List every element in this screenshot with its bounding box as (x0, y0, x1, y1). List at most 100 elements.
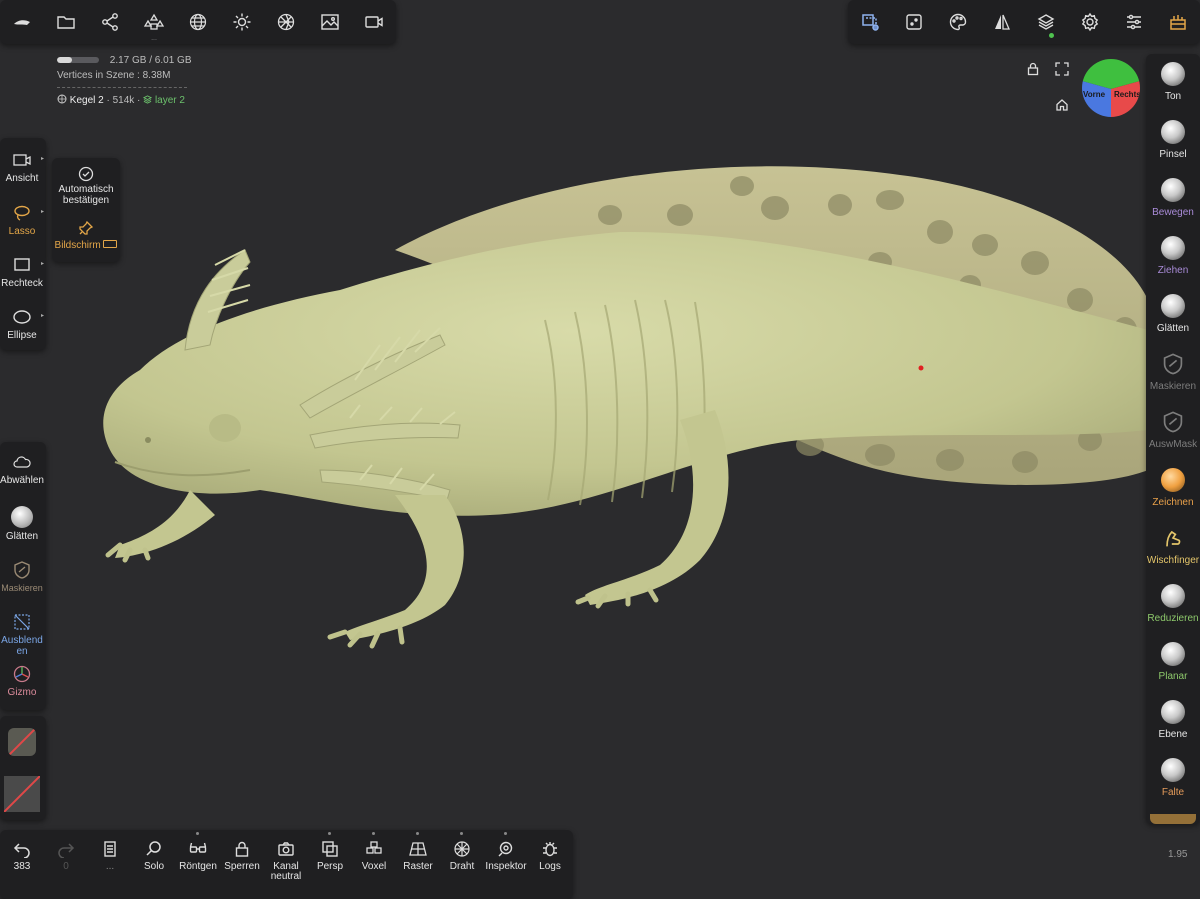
roentgen-button[interactable]: Röntgen (176, 832, 220, 872)
divider (57, 87, 187, 88)
tool-ellipse[interactable]: ▸ Ellipse (0, 307, 44, 341)
selection-tool-icon[interactable] (852, 4, 888, 40)
video-icon[interactable] (356, 4, 392, 40)
scene-graph-icon[interactable] (92, 4, 128, 40)
layer-name: layer 2 (154, 95, 185, 106)
lasso-icon (14, 205, 30, 221)
voxel-button[interactable]: Voxel (352, 832, 396, 872)
lasso-options-popup: Automatisch bestätigen Bildschirm (52, 158, 120, 262)
label-ausblenden-1: Ausblend (1, 635, 43, 646)
tool-abwaehlen[interactable]: Abwählen (0, 452, 44, 486)
tool-glaetten-left[interactable]: Glätten (0, 506, 44, 542)
brush-gl-tten[interactable]: Glätten (1146, 294, 1200, 334)
tool-ausblenden[interactable]: Ausblend en (0, 612, 44, 657)
brush-label: Zeichnen (1152, 497, 1194, 508)
perspective-icon (322, 841, 338, 857)
sculpt-model[interactable] (0, 0, 1200, 899)
object-name: Kegel 2 (69, 95, 104, 106)
pin-icon (79, 220, 94, 235)
primitives-icon[interactable]: ... (136, 4, 172, 42)
lock-icon[interactable] (1026, 62, 1040, 81)
view-cube-right: Rechts (1114, 90, 1140, 99)
label-roentgen: Röntgen (179, 861, 217, 872)
sphere-grid-icon[interactable] (180, 4, 216, 40)
brush-ton[interactable]: Ton (1146, 62, 1200, 102)
layers-icon[interactable] (1028, 4, 1064, 40)
palette-icon[interactable] (940, 4, 976, 40)
brush-pinsel[interactable]: Pinsel (1146, 120, 1200, 160)
vertices-row: Vertices in Szene : 8.38M (57, 70, 192, 81)
brush-ball-icon (1161, 584, 1185, 608)
auto-confirm-option[interactable]: Automatisch bestätigen (52, 166, 120, 206)
brush-ball-icon (1161, 120, 1185, 144)
brush-ball-icon (1161, 642, 1185, 666)
tool-gizmo[interactable]: Gizmo (0, 664, 44, 698)
logs-button[interactable]: Logs (528, 840, 572, 872)
tool-maskieren-left[interactable]: Maskieren (0, 560, 44, 593)
screen-shape-icon (103, 240, 118, 248)
label-kanal-2: neutral (270, 871, 302, 882)
undo-button[interactable]: 383 (0, 840, 44, 872)
app-logo-icon[interactable] (4, 4, 40, 40)
sliders-icon[interactable] (1116, 4, 1152, 40)
toolbox-icon[interactable] (1160, 4, 1196, 40)
solo-button[interactable]: Solo (132, 840, 176, 872)
brush-maskieren[interactable]: Maskieren (1146, 352, 1200, 392)
label-glaetten-left: Glätten (5, 531, 39, 542)
brush-ziehen[interactable]: Ziehen (1146, 236, 1200, 276)
persp-button[interactable]: Persp (308, 832, 352, 872)
label-inspektor: Inspektor (485, 861, 527, 872)
raster-button[interactable]: Raster (396, 832, 440, 872)
tool-ansicht[interactable]: ▸ Ansicht (0, 150, 44, 184)
brush-panel-more[interactable] (1150, 814, 1196, 824)
color-swatch[interactable] (4, 776, 40, 812)
image-icon[interactable] (312, 4, 348, 40)
brush-reduzieren[interactable]: Reduzieren (1146, 584, 1200, 624)
brush-planar[interactable]: Planar (1146, 642, 1200, 682)
tool-rechteck[interactable]: ▸ Rechteck (0, 255, 44, 289)
scene-info: 2.17 GB / 6.01 GB Vertices in Szene : 8.… (57, 55, 192, 106)
sperren-button[interactable]: Sperren (220, 840, 264, 872)
brush-label: Ton (1164, 91, 1182, 102)
history-button[interactable]: ... (88, 840, 132, 872)
vertices-value: 8.38M (142, 70, 171, 81)
brush-label: Glätten (1156, 323, 1190, 334)
top-right-toolbar (848, 0, 1200, 44)
label-solo: Solo (143, 861, 164, 872)
layer-active-dot (1049, 33, 1054, 38)
label-lasso: Lasso (8, 226, 36, 237)
brush-falte[interactable]: Falte (1146, 758, 1200, 798)
vertices-label: Vertices in Szene : (57, 70, 140, 81)
folder-icon[interactable] (48, 4, 84, 40)
home-icon[interactable] (1055, 98, 1069, 117)
mask-shield-icon (14, 561, 30, 579)
fullscreen-icon[interactable] (1055, 62, 1069, 81)
light-icon[interactable] (224, 4, 260, 40)
label-ausblenden-2: en (16, 646, 28, 657)
material-swatch[interactable] (8, 728, 36, 756)
brush-zeichnen[interactable]: Zeichnen (1146, 468, 1200, 508)
undo-count: 383 (13, 861, 31, 872)
label-maskieren-left: Maskieren (1, 583, 43, 593)
settings-gear-icon[interactable] (1072, 4, 1108, 40)
brush-label: Planar (1158, 671, 1188, 682)
brush-label: AuswMask (1148, 439, 1198, 450)
material-ball-icon[interactable] (268, 4, 304, 40)
symmetry-icon[interactable] (984, 4, 1020, 40)
inspektor-button[interactable]: Inspektor (484, 832, 528, 872)
screen-pin-option[interactable]: Bildschirm (52, 220, 120, 251)
brush-bewegen[interactable]: Bewegen (1146, 178, 1200, 218)
brush-ball-icon (1161, 758, 1185, 782)
camera-photo-icon (278, 842, 294, 856)
bug-icon (543, 842, 557, 857)
kanal-button[interactable]: Kanal neutral (264, 840, 308, 882)
dice-icon[interactable] (896, 4, 932, 40)
brush-auswmask[interactable]: AuswMask (1146, 410, 1200, 450)
tool-lasso[interactable]: ▸ Lasso (0, 203, 44, 237)
view-cube[interactable]: Vorne Rechts (1082, 59, 1140, 117)
brush-wischfinger[interactable]: Wischfinger (1146, 526, 1200, 566)
brush-ebene[interactable]: Ebene (1146, 700, 1200, 740)
redo-button[interactable]: 0 (44, 840, 88, 872)
draht-button[interactable]: Draht (440, 832, 484, 872)
active-object-row[interactable]: Kegel 2 · 514k · layer 2 (57, 94, 192, 106)
